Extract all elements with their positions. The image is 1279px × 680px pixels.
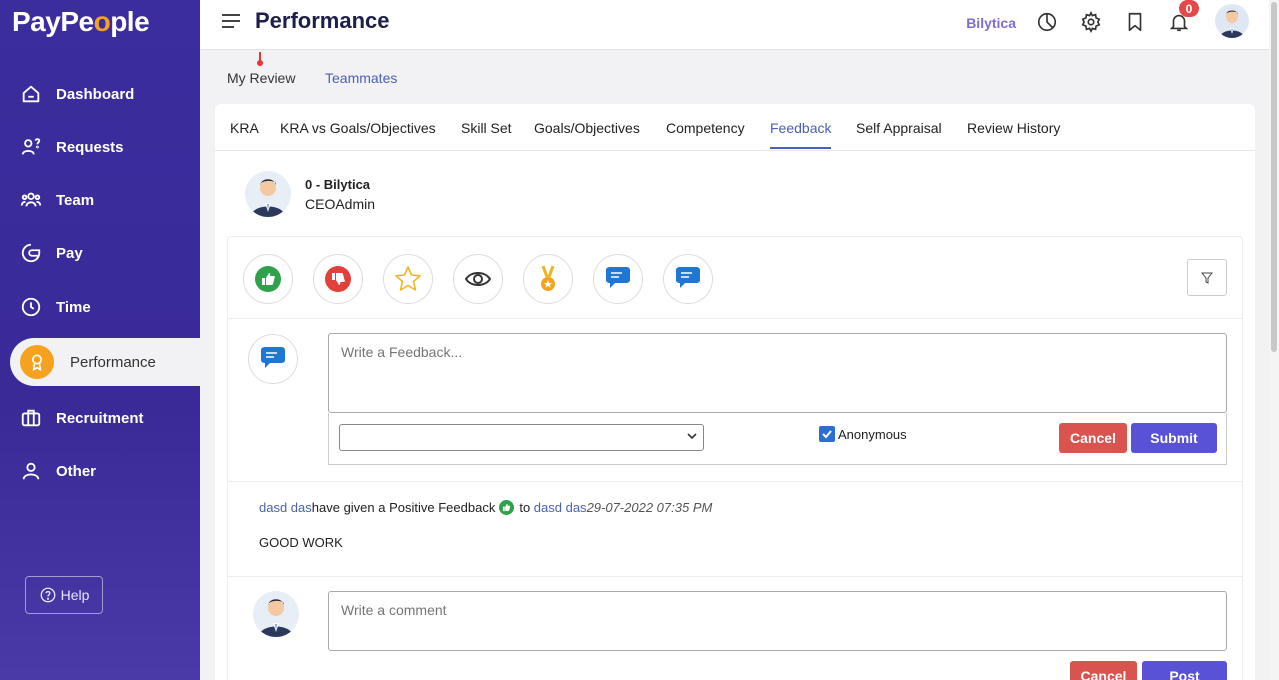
feedback-from-link[interactable]: dasd das [259, 500, 312, 515]
checkmark-icon[interactable] [819, 426, 835, 442]
feedback-timestamp: 29-07-2022 07:35 PM [586, 500, 713, 515]
eye-icon[interactable] [453, 254, 503, 304]
sidebar-item-label: Pay [56, 244, 83, 262]
sidebar-item-pay[interactable]: Pay [0, 233, 200, 273]
tab-feedback[interactable]: Feedback [770, 120, 832, 149]
bookmark-icon[interactable] [1124, 11, 1146, 33]
tab-review-history[interactable]: Review History [967, 120, 1060, 136]
chat-bubble-icon[interactable] [593, 254, 643, 304]
filter-icon [1201, 272, 1213, 284]
sidebar-item-label: Time [56, 298, 91, 316]
notification-badge: 0 [1179, 0, 1199, 17]
feedback-action: have given a Positive Feedback [311, 500, 496, 515]
help-icon [40, 587, 56, 603]
profile-avatar [245, 171, 291, 217]
sidebar-item-team[interactable]: Team [0, 180, 200, 220]
sidebar-item-label: Team [56, 191, 95, 209]
comment-input[interactable] [328, 591, 1227, 651]
chevron-down-icon [687, 433, 697, 440]
tab-goals-objectives[interactable]: Goals/Objectives [534, 120, 640, 136]
tab-teammates[interactable]: Teammates [325, 70, 397, 86]
company-name[interactable]: Bilytica [966, 15, 1016, 31]
profile-role: CEOAdmin [305, 196, 376, 212]
sidebar-item-label: Requests [56, 138, 124, 156]
submit-button[interactable]: Submit [1131, 423, 1217, 453]
menu-icon[interactable] [222, 14, 240, 28]
sidebar-item-requests[interactable]: Requests [0, 127, 200, 167]
thumbs-down-icon[interactable] [313, 254, 363, 304]
feedback-entry-header: dasd das have given a Positive Feedback … [259, 500, 712, 515]
user-avatar[interactable] [1215, 4, 1249, 38]
cancel-button[interactable]: Cancel [1059, 423, 1127, 453]
feedback-type-select[interactable] [339, 424, 704, 451]
help-button[interactable]: Help [25, 576, 103, 614]
user-question-icon [21, 138, 41, 155]
post-button[interactable]: Post [1142, 661, 1227, 680]
scrollbar-thumb[interactable] [1271, 2, 1277, 352]
feedback-entry: dasd das have given a Positive Feedback … [228, 481, 1242, 577]
active-tab-indicator [257, 52, 263, 66]
sidebar-item-recruitment[interactable]: Recruitment [0, 398, 200, 438]
help-label: Help [60, 587, 90, 603]
award-icon [20, 345, 54, 379]
paypeople-logo[interactable]: PayPeople [12, 6, 150, 38]
chat-bubble-icon [248, 334, 298, 384]
medal-icon[interactable] [523, 254, 573, 304]
chat-bubble-icon[interactable] [663, 254, 713, 304]
briefcase-icon [21, 409, 41, 427]
tab-skill-set[interactable]: Skill Set [461, 120, 512, 136]
sidebar: PayPeople Dashboard Requests Team Pay Ti… [0, 0, 200, 680]
feedback-input[interactable] [328, 333, 1227, 413]
sidebar-item-label: Recruitment [56, 409, 144, 427]
tab-kra-vs-goals[interactable]: KRA vs Goals/Objectives [280, 120, 436, 136]
avatar [253, 591, 299, 637]
feedback-options-bar: Anonymous Cancel Submit [328, 413, 1227, 465]
sidebar-item-label: Performance [70, 353, 156, 371]
sidebar-item-time[interactable]: Time [0, 287, 200, 327]
anonymous-checkbox[interactable]: Anonymous [819, 426, 907, 442]
tab-competency[interactable]: Competency [666, 120, 745, 136]
gear-icon[interactable] [1080, 11, 1102, 33]
feedback-panel: Anonymous Cancel Submit dasd das have gi… [227, 236, 1243, 680]
clock-icon [21, 297, 41, 317]
team-icon [20, 192, 42, 207]
feedback-type-bar [228, 237, 1242, 319]
home-icon [22, 85, 40, 103]
sidebar-item-performance[interactable]: Performance [10, 338, 200, 386]
page-title: Performance [255, 8, 390, 33]
scrollbar[interactable] [1269, 0, 1279, 680]
pie-chart-icon[interactable] [1036, 11, 1058, 33]
review-card: KRA KRA vs Goals/Objectives Skill Set Go… [215, 104, 1255, 680]
feedback-text: GOOD WORK [259, 535, 343, 550]
anonymous-label: Anonymous [838, 426, 907, 442]
star-icon[interactable] [383, 254, 433, 304]
tab-my-review[interactable]: My Review [227, 70, 295, 86]
sidebar-item-dashboard[interactable]: Dashboard [0, 74, 200, 114]
profile-name: 0 - Bilytica [305, 177, 371, 192]
feedback-to-link[interactable]: dasd das [534, 500, 587, 515]
subtab-bar: KRA KRA vs Goals/Objectives Skill Set Go… [215, 104, 1255, 151]
sidebar-item-other[interactable]: Other [0, 451, 200, 491]
tab-kra[interactable]: KRA [230, 120, 259, 136]
sidebar-item-label: Other [56, 462, 97, 480]
thumbs-up-icon [499, 500, 515, 515]
user-icon [22, 462, 40, 480]
comment-cancel-button[interactable]: Cancel [1070, 661, 1137, 680]
filter-button[interactable] [1187, 259, 1227, 296]
wallet-icon [21, 243, 41, 263]
sidebar-item-label: Dashboard [56, 85, 135, 103]
tab-self-appraisal[interactable]: Self Appraisal [856, 120, 942, 136]
thumbs-up-icon[interactable] [243, 254, 293, 304]
feedback-to-word: to [519, 500, 531, 515]
top-bar: Performance Bilytica 0 [200, 0, 1269, 50]
